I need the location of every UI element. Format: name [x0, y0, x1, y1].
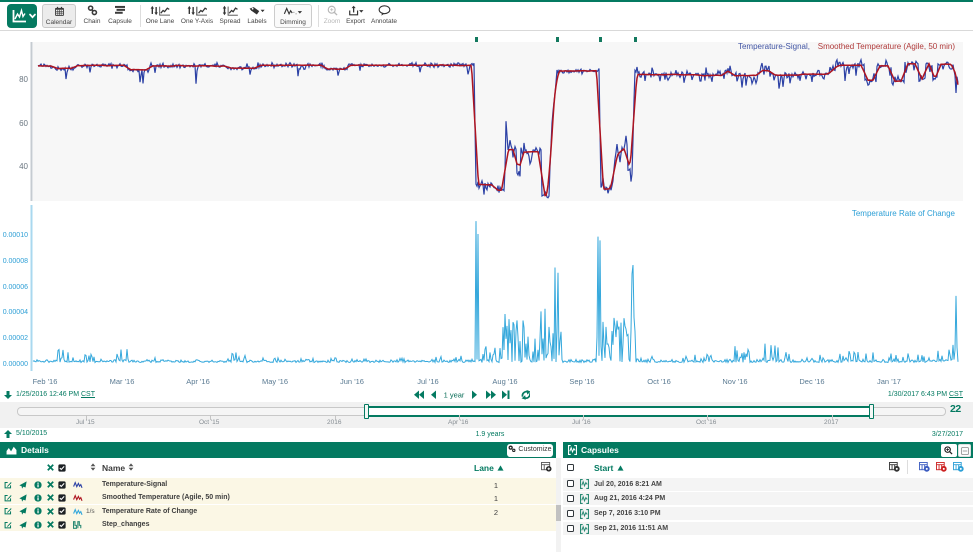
svg-text:Aug '16: Aug '16 — [492, 377, 517, 386]
svg-text:Dec '16: Dec '16 — [799, 377, 824, 386]
svg-text:Temperature Rate of Change: Temperature Rate of Change — [852, 209, 956, 218]
svg-text:0.00008: 0.00008 — [3, 258, 28, 265]
svg-text:Feb '16: Feb '16 — [33, 377, 58, 386]
svg-text:May '16: May '16 — [262, 377, 288, 386]
svg-text:0.00000: 0.00000 — [3, 361, 28, 368]
svg-text:Apr '16: Apr '16 — [186, 377, 210, 386]
svg-text:Sep '16: Sep '16 — [569, 377, 594, 386]
svg-text:40: 40 — [19, 162, 28, 171]
svg-text:Nov '16: Nov '16 — [722, 377, 747, 386]
svg-text:80: 80 — [19, 75, 28, 84]
svg-text:Jul '16: Jul '16 — [417, 377, 438, 386]
svg-text:60: 60 — [19, 119, 28, 128]
svg-text:Jun '16: Jun '16 — [340, 377, 364, 386]
svg-text:Oct '16: Oct '16 — [647, 377, 671, 386]
svg-text:0.00004: 0.00004 — [3, 309, 28, 316]
svg-text:Jan '17: Jan '17 — [877, 377, 901, 386]
svg-text:Temperature-Signal,: Temperature-Signal, — [738, 42, 810, 51]
svg-text:Smoothed Temperature (Agile, 5: Smoothed Temperature (Agile, 50 min) — [818, 42, 956, 51]
svg-text:0.00006: 0.00006 — [3, 284, 28, 291]
svg-text:0.00010: 0.00010 — [3, 232, 28, 239]
svg-text:0.00002: 0.00002 — [3, 335, 28, 342]
svg-text:Mar '16: Mar '16 — [110, 377, 135, 386]
svg-text:1 year: 1 year — [444, 391, 465, 400]
